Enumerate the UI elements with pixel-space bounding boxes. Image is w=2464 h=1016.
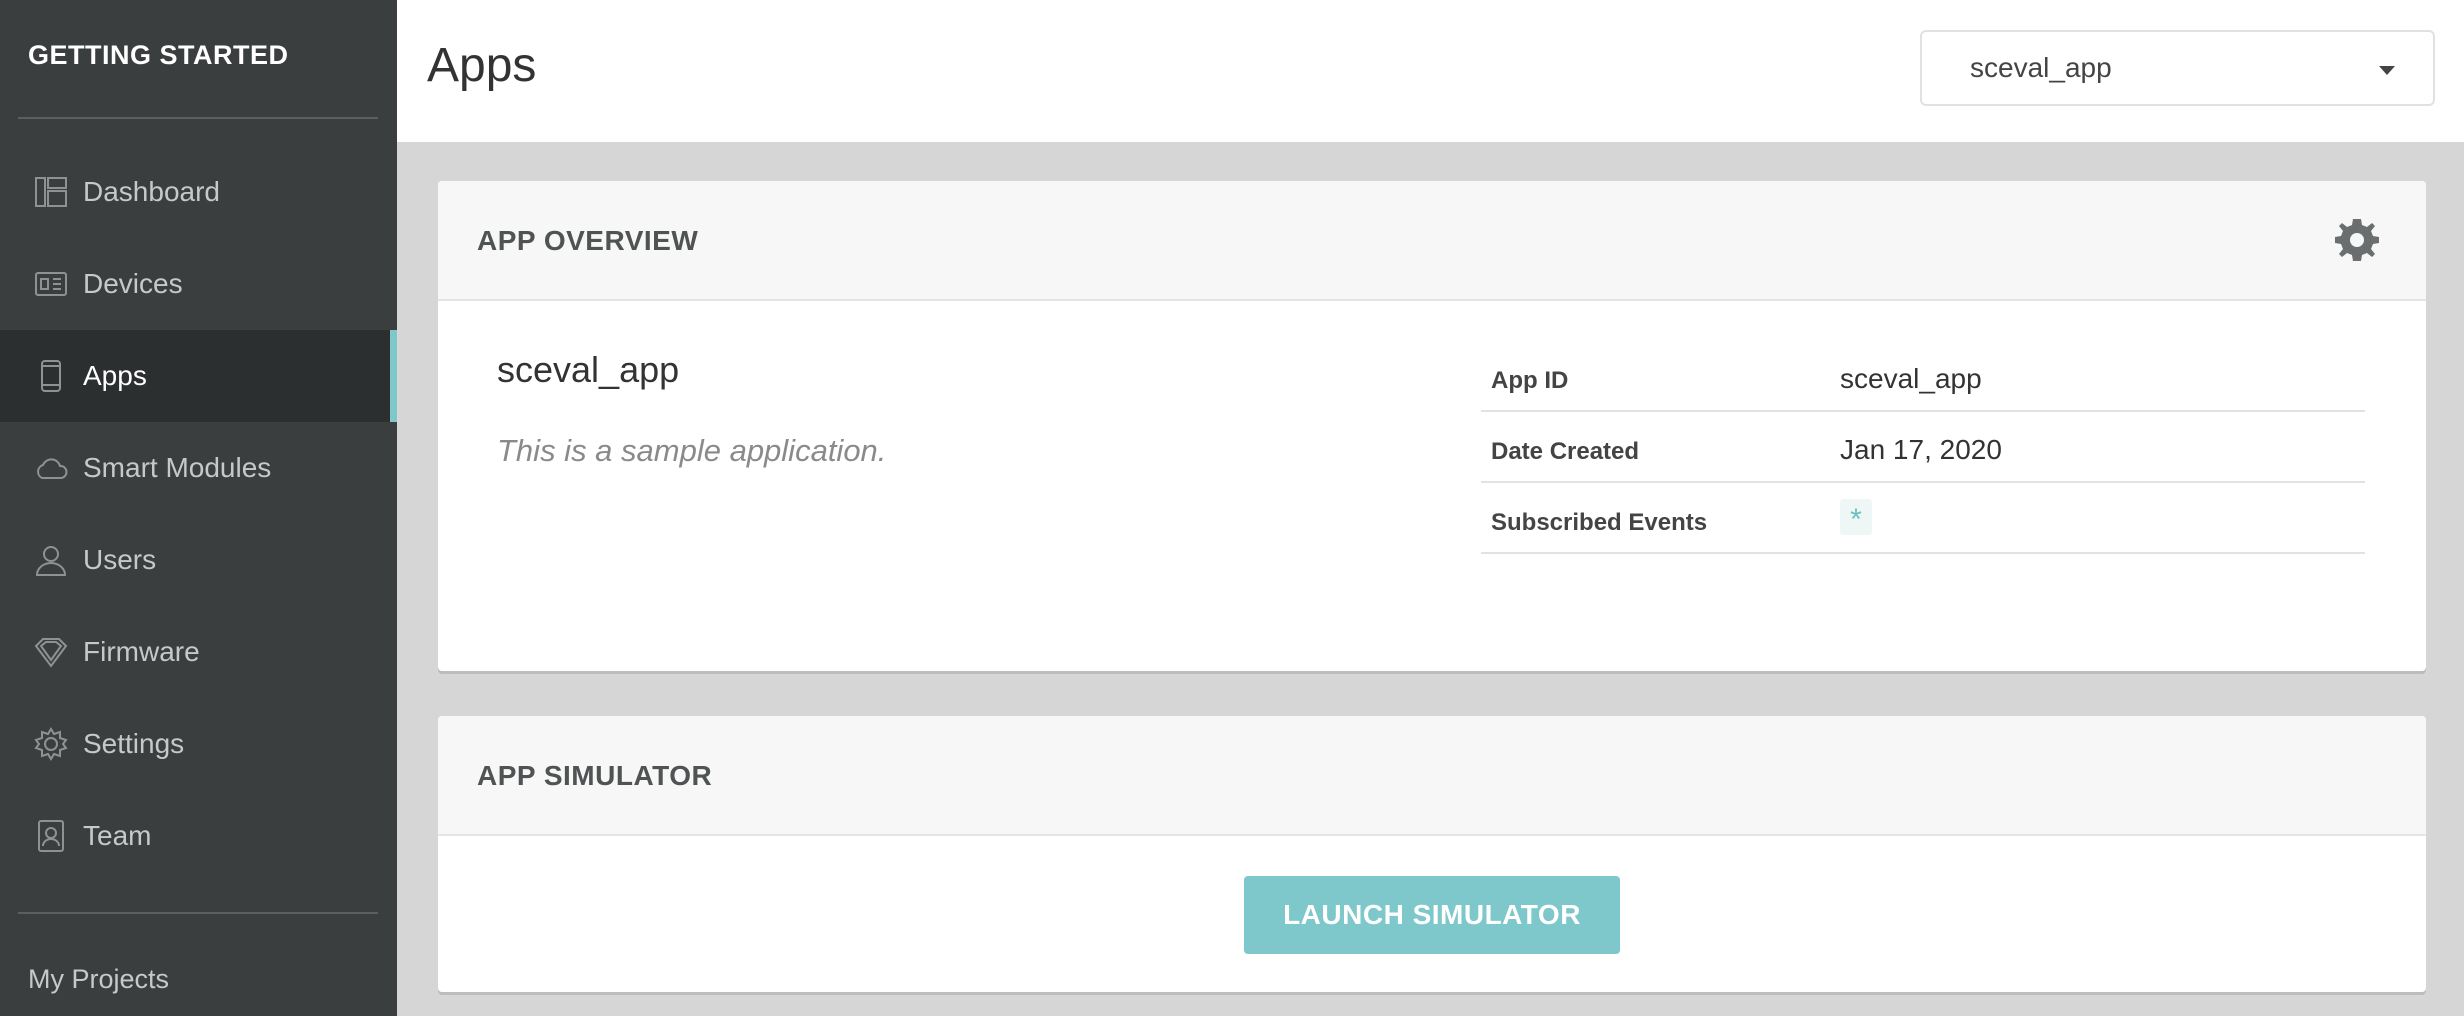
- caret-down-icon: [2379, 66, 2395, 75]
- sidebar-item-team[interactable]: Team: [0, 790, 397, 882]
- sidebar-item-settings[interactable]: Settings: [0, 698, 397, 790]
- detail-value: Jan 17, 2020: [1840, 434, 2002, 465]
- user-icon: [32, 541, 70, 579]
- sidebar-item-label: Firmware: [83, 636, 200, 667]
- app-overview-card: APP OVERVIEW sceval_app This is a sample…: [438, 181, 2426, 671]
- apps-icon: [32, 357, 70, 395]
- firmware-icon: [32, 633, 70, 671]
- app-select-dropdown[interactable]: sceval_app: [1920, 30, 2435, 106]
- sidebar-item-label: Devices: [83, 268, 183, 299]
- sidebar-item-firmware[interactable]: Firmware: [0, 606, 397, 698]
- gear-icon[interactable]: [2332, 215, 2382, 265]
- sidebar-item-users[interactable]: Users: [0, 514, 397, 606]
- sidebar-item-label: Users: [83, 544, 157, 575]
- app-description: This is a sample application.: [497, 433, 887, 468]
- sidebar-item-label: Settings: [83, 728, 185, 759]
- sidebar-item-apps[interactable]: Apps: [0, 330, 397, 422]
- app-details-table: App ID sceval_app Date Created Jan 17, 2…: [1481, 341, 2365, 554]
- sidebar-nav: Dashboard Devices Apps Smart Modules Use…: [0, 146, 397, 882]
- app-select-value: sceval_app: [1970, 52, 2112, 83]
- subscribed-event-chip: *: [1840, 499, 1872, 536]
- table-row: Subscribed Events *: [1481, 483, 2365, 554]
- sidebar-item-label: Apps: [83, 360, 147, 391]
- app-simulator-card: APP SIMULATOR LAUNCH SIMULATOR: [438, 716, 2426, 992]
- detail-label: Subscribed Events: [1491, 509, 1708, 536]
- sidebar-item-devices[interactable]: Devices: [0, 238, 397, 330]
- sidebar-item-dashboard[interactable]: Dashboard: [0, 146, 397, 238]
- detail-label: App ID: [1491, 367, 1569, 394]
- detail-value: sceval_app: [1840, 363, 1982, 394]
- card-header: APP OVERVIEW: [438, 181, 2426, 301]
- sidebar-divider: [18, 117, 378, 119]
- page-title: Apps: [427, 39, 537, 92]
- dashboard-icon: [32, 173, 70, 211]
- my-projects-link[interactable]: My Projects: [28, 964, 169, 995]
- sidebar-item-label: Dashboard: [83, 176, 220, 207]
- card-title: APP SIMULATOR: [477, 760, 713, 791]
- gear-icon: [32, 725, 70, 763]
- sidebar-item-label: Smart Modules: [83, 452, 272, 483]
- page-header: Apps sceval_app: [397, 0, 2464, 142]
- sidebar-item-label: Team: [83, 820, 152, 851]
- sidebar-divider: [18, 912, 378, 914]
- sidebar-item-smart-modules[interactable]: Smart Modules: [0, 422, 397, 514]
- launch-simulator-button[interactable]: LAUNCH SIMULATOR: [1244, 876, 1620, 954]
- card-title: APP OVERVIEW: [477, 225, 699, 256]
- team-icon: [32, 817, 70, 855]
- cloud-icon: [32, 449, 70, 487]
- getting-started-link[interactable]: GETTING STARTED: [28, 40, 289, 71]
- detail-label: Date Created: [1491, 438, 1640, 465]
- card-header: APP SIMULATOR: [438, 716, 2426, 836]
- table-row: App ID sceval_app: [1481, 341, 2365, 412]
- app-name: sceval_app: [497, 349, 680, 390]
- devices-icon: [32, 265, 70, 303]
- table-row: Date Created Jan 17, 2020: [1481, 412, 2365, 483]
- sidebar: GETTING STARTED Dashboard Devices Apps S…: [0, 0, 397, 1016]
